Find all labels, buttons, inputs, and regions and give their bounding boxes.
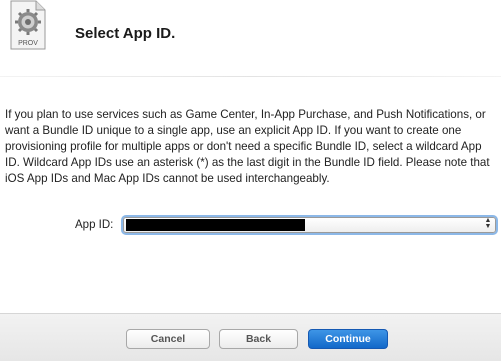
cancel-button[interactable]: Cancel <box>126 329 210 349</box>
continue-button[interactable]: Continue <box>308 329 388 349</box>
app-id-selected-value <box>126 219 305 231</box>
icon-caption: PROV <box>18 40 38 47</box>
provisioning-profile-icon: PROV <box>8 0 48 50</box>
description-text: If you plan to use services such as Game… <box>5 108 490 185</box>
page-title: Select App ID. <box>75 25 176 42</box>
select-arrows-icon: ▲ ▼ <box>484 217 492 230</box>
back-button[interactable]: Back <box>219 329 298 349</box>
app-id-select[interactable]: ▲ ▼ <box>123 217 496 233</box>
app-id-label: App ID: <box>75 219 114 231</box>
dialog-header: PROV Select App ID. <box>0 0 501 75</box>
header-divider <box>0 76 501 77</box>
